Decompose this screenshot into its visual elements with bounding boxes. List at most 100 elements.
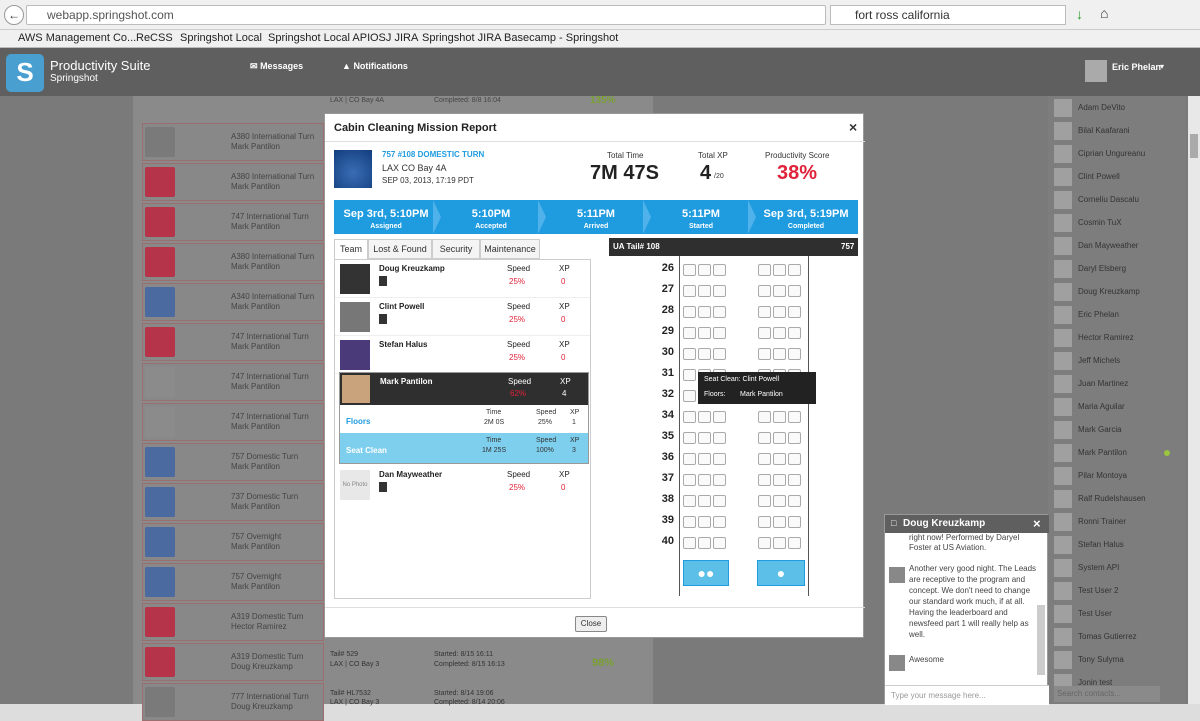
contact-item[interactable]: Ralf Rudelshausen [1052,489,1182,511]
seat[interactable] [788,516,801,528]
seat[interactable] [683,285,696,297]
member-row[interactable]: No Photo Dan Mayweather Speed XP 25% 0 [335,466,590,504]
seat[interactable] [683,306,696,318]
contact-item[interactable]: Doug Kreuzkamp [1052,282,1182,304]
contact-item[interactable]: Maria Aguilar [1052,397,1182,419]
contact-item[interactable]: Cosmin TuX [1052,213,1182,235]
seat[interactable] [773,453,786,465]
seat[interactable] [788,453,801,465]
seat[interactable] [698,516,711,528]
seat[interactable] [713,327,726,339]
trash-icon[interactable] [379,276,387,286]
seat[interactable] [788,348,801,360]
seat[interactable] [683,411,696,423]
seat[interactable] [773,537,786,549]
seat[interactable] [713,474,726,486]
contact-item[interactable]: Tomas Gutierrez [1052,627,1182,649]
seat[interactable] [773,495,786,507]
contact-item[interactable]: Jeff Michels [1052,351,1182,373]
mission-list-item[interactable]: 747 International Turn Mark Pantilon [142,403,324,441]
seat[interactable] [713,348,726,360]
contact-item[interactable]: Bilal Kaafarani [1052,121,1182,143]
seat[interactable] [758,432,771,444]
member-row[interactable]: Clint Powell Speed XP 25% 0 [335,298,590,336]
seat[interactable] [683,453,696,465]
mission-list-item[interactable]: 757 Overnight Mark Pantilon [142,563,324,601]
mission-list-item[interactable]: A319 Domestic Turn Doug Kreuzkamp [142,643,324,681]
seat[interactable] [713,306,726,318]
user-menu[interactable]: Eric Phelan [1112,62,1161,72]
seat[interactable] [788,411,801,423]
contact-item[interactable]: Hector Ramirez [1052,328,1182,350]
seat[interactable] [713,495,726,507]
contact-item[interactable]: Ronni Trainer [1052,512,1182,534]
seat[interactable] [713,411,726,423]
member-row[interactable]: Doug Kreuzkamp Speed XP 25% 0 [335,260,590,298]
chat-input[interactable]: Type your message here... [885,685,1049,705]
seat[interactable] [788,537,801,549]
contact-item[interactable]: Daryl Elsberg [1052,259,1182,281]
messages-nav[interactable]: ✉ Messages [250,61,303,72]
seat[interactable] [758,516,771,528]
seat[interactable] [683,369,696,381]
home-icon[interactable]: ⌂ [1100,5,1108,21]
seat[interactable] [698,348,711,360]
seat[interactable] [683,432,696,444]
contact-item[interactable]: Ciprian Ungureanu [1052,144,1182,166]
mission-list-item[interactable]: 747 International Turn Mark Pantilon [142,363,324,401]
seat[interactable] [788,264,801,276]
mission-list-item[interactable]: 757 Domestic Turn Mark Pantilon [142,443,324,481]
notifications-nav[interactable]: ▲ Notifications [342,61,408,71]
contact-item[interactable]: Stefan Halus [1052,535,1182,557]
selected-member[interactable]: Mark Pantilon Speed XP 62% 4 Floors Time… [339,372,589,464]
seat[interactable] [788,495,801,507]
contacts-search-input[interactable]: Search contacts... [1054,686,1160,702]
seat[interactable] [773,348,786,360]
contact-item[interactable]: Mark Pantilon [1052,443,1182,465]
seat[interactable] [713,264,726,276]
mission-list-item[interactable]: A380 International Turn Mark Pantilon [142,163,324,201]
seat[interactable] [683,474,696,486]
seat[interactable] [758,348,771,360]
seat[interactable] [758,285,771,297]
mission-list-item[interactable]: 737 Domestic Turn Mark Pantilon [142,483,324,521]
seat[interactable] [698,306,711,318]
close-icon[interactable]: × [849,119,857,135]
user-avatar[interactable] [1085,60,1107,82]
seat[interactable] [698,264,711,276]
bookmark-recss[interactable]: ReCSS [136,32,173,44]
scrollbar-thumb[interactable] [1190,134,1198,158]
seat[interactable] [683,495,696,507]
download-icon[interactable]: ↓ [1076,6,1083,22]
member-row[interactable]: Stefan Halus Speed XP 25% 0 [335,336,590,374]
seat[interactable] [698,453,711,465]
close-button[interactable]: Close [575,616,607,632]
tab-team[interactable]: Team [334,239,368,259]
contact-item[interactable]: Test User [1052,604,1182,626]
tab-lost-found[interactable]: Lost & Found [368,239,432,259]
contact-item[interactable]: Adam DeVito [1052,98,1182,120]
chat-scrollbar[interactable] [1037,605,1045,675]
seat[interactable] [773,264,786,276]
trash-icon[interactable] [379,482,387,492]
seat[interactable] [758,495,771,507]
contact-item[interactable]: Corneliu Dascalu [1052,190,1182,212]
seat[interactable] [713,285,726,297]
tab-security[interactable]: Security [432,239,480,259]
seat[interactable] [758,306,771,318]
seat[interactable] [758,264,771,276]
seat[interactable] [773,285,786,297]
springshot-logo[interactable]: S [6,54,44,92]
seat[interactable] [758,453,771,465]
bookmark-aws[interactable]: AWS Management Co... [18,32,136,44]
contact-item[interactable]: System API [1052,558,1182,580]
seat[interactable] [788,432,801,444]
seat[interactable] [713,453,726,465]
seat[interactable] [758,537,771,549]
seat[interactable] [788,306,801,318]
bookmark-basecamp[interactable]: Basecamp - Springshot [504,32,618,44]
contact-item[interactable]: Test User 2 [1052,581,1182,603]
seat[interactable] [773,474,786,486]
mission-list-item[interactable]: A380 International Turn Mark Pantilon [142,123,324,161]
seat[interactable] [713,537,726,549]
